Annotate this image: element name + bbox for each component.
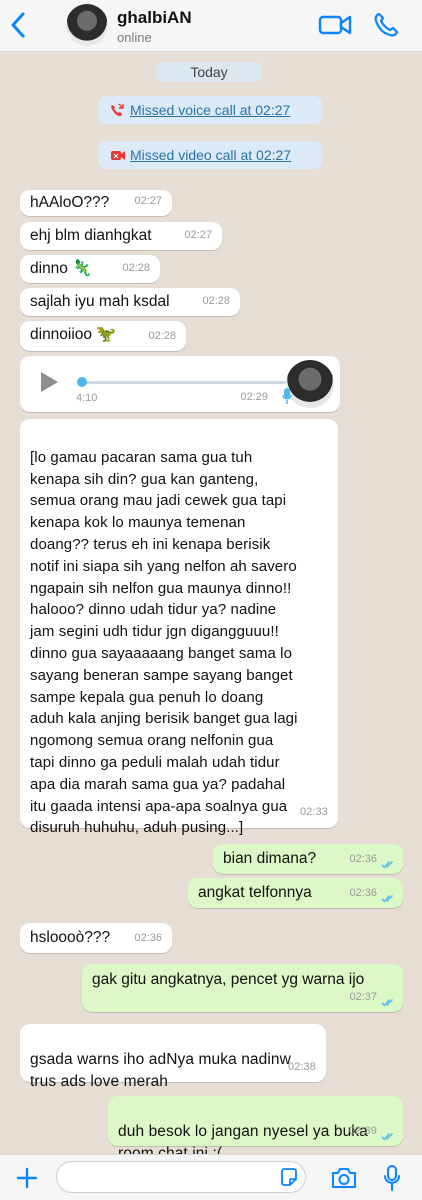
message-time: 02:37 — [349, 991, 377, 1003]
message-time: 02:33 — [299, 806, 328, 819]
message-time: 02:36 — [349, 887, 377, 899]
message-bubble-incoming[interactable]: ehj blm dianhgkat 02:27 — [20, 222, 222, 250]
message-time: 02:28 — [148, 330, 176, 342]
missed-voice-call-icon — [111, 103, 124, 116]
sender-avatar — [286, 360, 334, 408]
message-bubble-incoming[interactable]: hsloooò??? 02:36 — [20, 923, 172, 953]
contact-name[interactable]: ghalbiAN — [117, 8, 192, 28]
message-bubble-outgoing[interactable]: duh besok lo jangan nyesel ya buka room … — [108, 1096, 403, 1162]
sticker-icon[interactable] — [279, 1167, 299, 1187]
message-text: dinno — [30, 260, 68, 277]
missed-voice-call-label: Missed voice call at 02:27 — [130, 102, 291, 118]
voice-progress-track[interactable] — [80, 381, 286, 384]
chat-header: ghalbiAN online — [0, 0, 422, 52]
missed-video-call-notice[interactable]: Missed video call at 02:27 — [98, 141, 322, 169]
contact-status: online — [117, 30, 152, 45]
message-input[interactable] — [56, 1161, 306, 1193]
message-bubble-incoming[interactable]: hAAloO??? 02:27 — [20, 190, 172, 216]
message-time: 02:36 — [134, 932, 162, 944]
missed-video-call-icon — [111, 151, 125, 160]
microphone-icon[interactable] — [383, 1164, 401, 1192]
date-separator: Today — [156, 62, 262, 82]
message-bubble-incoming[interactable]: dinno 🦎 02:28 — [20, 255, 160, 283]
contact-avatar[interactable] — [66, 4, 108, 46]
message-text: gsada warns iho adNya muka nadinw trus a… — [30, 1051, 291, 1090]
camera-icon[interactable] — [330, 1166, 358, 1190]
message-time: 02:38 — [287, 1061, 316, 1073]
message-composer — [0, 1154, 422, 1200]
missed-voice-call-notice[interactable]: Missed voice call at 02:27 — [98, 96, 322, 124]
message-bubble-incoming[interactable]: dinnoiioo 🦖 02:28 — [20, 321, 186, 351]
message-time: 02:28 — [122, 262, 150, 274]
message-bubble-outgoing[interactable]: bian dimana? 02:36 — [213, 844, 403, 874]
read-receipt-icon — [381, 999, 393, 1007]
dinosaur-emoji: 🦖 — [96, 326, 117, 343]
message-text: dinnoiioo — [30, 326, 93, 343]
message-text: ehj blm dianhgkat — [30, 227, 152, 244]
message-bubble-incoming[interactable]: gsada warns iho adNya muka nadinw trus a… — [20, 1024, 326, 1090]
message-bubble-incoming[interactable]: [lo gamau pacaran sama gua tuh kenapa si… — [20, 419, 338, 836]
read-receipt-icon — [381, 895, 393, 903]
message-time: 02:27 — [134, 195, 162, 207]
message-text: [lo gamau pacaran sama gua tuh kenapa si… — [30, 448, 298, 837]
message-bubble-outgoing[interactable]: angkat telfonnya 02:36 — [188, 878, 403, 908]
voice-message-bubble[interactable]: 4:10 02:29 — [20, 356, 340, 412]
message-time: 02:39 — [348, 1125, 377, 1137]
play-icon[interactable] — [38, 370, 60, 394]
voice-duration: 4:10 — [76, 392, 98, 404]
voice-progress-handle[interactable] — [77, 377, 87, 387]
missed-video-call-label: Missed video call at 02:27 — [130, 147, 292, 163]
plus-icon[interactable] — [16, 1167, 38, 1189]
read-receipt-icon — [381, 861, 393, 869]
message-bubble-outgoing[interactable]: gak gitu angkatnya, pencet yg warna ijo … — [82, 964, 403, 1012]
message-text: hsloooò??? — [30, 929, 111, 946]
lizard-emoji: 🦎 — [72, 260, 93, 277]
read-receipt-icon — [381, 1133, 393, 1141]
voice-call-icon[interactable] — [373, 12, 399, 38]
message-text: bian dimana? — [223, 850, 317, 867]
message-bubble-incoming[interactable]: sajlah iyu mah ksdal 02:28 — [20, 288, 240, 316]
message-time: 02:28 — [202, 295, 230, 307]
message-text: gak gitu angkatnya, pencet yg warna ijo — [92, 971, 365, 988]
message-text: sajlah iyu mah ksdal — [30, 293, 170, 310]
message-text: angkat telfonnya — [198, 884, 312, 901]
message-time: 02:36 — [349, 853, 377, 865]
microphone-icon — [282, 388, 292, 404]
message-time: 02:29 — [240, 391, 268, 403]
message-text: hAAloO??? — [30, 194, 110, 211]
back-chevron-icon[interactable] — [8, 10, 28, 40]
message-time: 02:27 — [184, 229, 212, 241]
video-call-icon[interactable] — [318, 12, 352, 38]
